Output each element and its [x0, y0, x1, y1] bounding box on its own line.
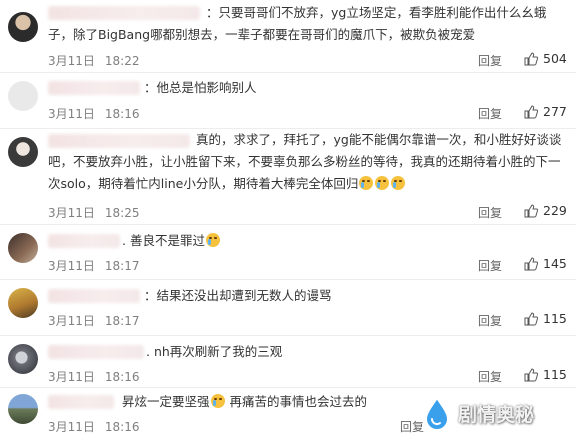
timestamp: 3月11日 18:16	[48, 420, 140, 434]
comment-item: . 善良不是罪过 3月11日 18:17 回复 145	[0, 225, 576, 280]
like-button[interactable]: 504	[524, 51, 567, 66]
like-button[interactable]: 115	[524, 367, 567, 382]
timestamp: 3月11日 18:17	[48, 259, 140, 273]
avatar[interactable]	[8, 81, 38, 111]
like-button[interactable]: 115	[524, 311, 567, 326]
comment-text: 真的，求求了，拜托了，yg能不能偶尔靠谱一次，和小胜好好谈谈吧，不要放弃小胜，让…	[48, 132, 562, 191]
comment-item: . nh再次刷新了我的三观 3月11日 18:16 回复 115	[0, 336, 576, 388]
thumbs-up-icon	[524, 203, 538, 217]
comment-text: . 善良不是罪过	[48, 230, 562, 252]
watermark-logo: 剧情奥秘	[422, 396, 534, 430]
like-count: 145	[543, 256, 567, 271]
comment-item: 真的，求求了，拜托了，yg能不能偶尔靠谱一次，和小胜好好谈谈吧，不要放弃小胜，让…	[0, 129, 576, 225]
crying-emoji-icon	[375, 176, 390, 190]
avatar[interactable]	[8, 288, 38, 318]
like-count: 115	[543, 367, 567, 382]
comment-text: ：结果还没出却遭到无数人的谩骂	[144, 288, 332, 303]
avatar[interactable]	[8, 12, 38, 42]
timestamp: 3月11日 18:17	[48, 314, 140, 328]
reply-button[interactable]: 回复	[478, 312, 502, 329]
avatar[interactable]	[8, 137, 38, 167]
avatar[interactable]	[8, 344, 38, 374]
comment-item: ：他总是怕影响别人 3月11日 18:16 回复 277	[0, 73, 576, 129]
thumbs-up-icon	[524, 367, 538, 381]
watermark-text: 剧情奥秘	[458, 403, 535, 426]
crying-emoji-icon	[359, 176, 374, 190]
like-count: 229	[543, 203, 567, 218]
like-button[interactable]: 277	[524, 104, 567, 119]
timestamp: 3月11日 18:16	[48, 107, 140, 121]
comment-text: ：他总是怕影响别人	[144, 80, 257, 95]
crying-emoji-icon	[210, 394, 225, 408]
reply-button[interactable]: 回复	[478, 105, 502, 122]
reply-button[interactable]: 回复	[400, 418, 424, 435]
thumbs-up-icon	[524, 311, 538, 325]
comment-item: ：只要哥哥们不放弃，yg立场坚定，看李胜利能作出什么幺蛾子，除了BigBang哪…	[0, 0, 576, 73]
comment-text: ：只要哥哥们不放弃，yg立场坚定，看李胜利能作出什么幺蛾子，除了BigBang哪…	[48, 5, 547, 42]
water-drop-logo-icon	[424, 396, 450, 430]
reply-button[interactable]: 回复	[478, 204, 502, 221]
comment-item: ：结果还没出却遭到无数人的谩骂 3月11日 18:17 回复 115	[0, 280, 576, 336]
thumbs-up-icon	[524, 256, 538, 270]
like-count: 504	[543, 51, 567, 66]
like-count: 115	[543, 311, 567, 326]
like-count: 277	[543, 104, 567, 119]
timestamp: 3月11日 18:16	[48, 370, 140, 384]
thumbs-up-icon	[524, 104, 538, 118]
avatar[interactable]	[8, 394, 38, 424]
like-button[interactable]: 145	[524, 256, 567, 271]
comment-text: . nh再次刷新了我的三观	[146, 344, 283, 359]
crying-emoji-icon	[391, 176, 406, 190]
timestamp: 3月11日 18:22	[48, 54, 140, 68]
timestamp: 3月11日 18:25	[48, 206, 140, 220]
crying-emoji-icon	[205, 233, 220, 247]
reply-button[interactable]: 回复	[478, 368, 502, 385]
thumbs-up-icon	[524, 51, 538, 65]
reply-button[interactable]: 回复	[478, 52, 502, 69]
like-button[interactable]: 229	[524, 203, 567, 218]
avatar[interactable]	[8, 233, 38, 263]
reply-button[interactable]: 回复	[478, 257, 502, 274]
